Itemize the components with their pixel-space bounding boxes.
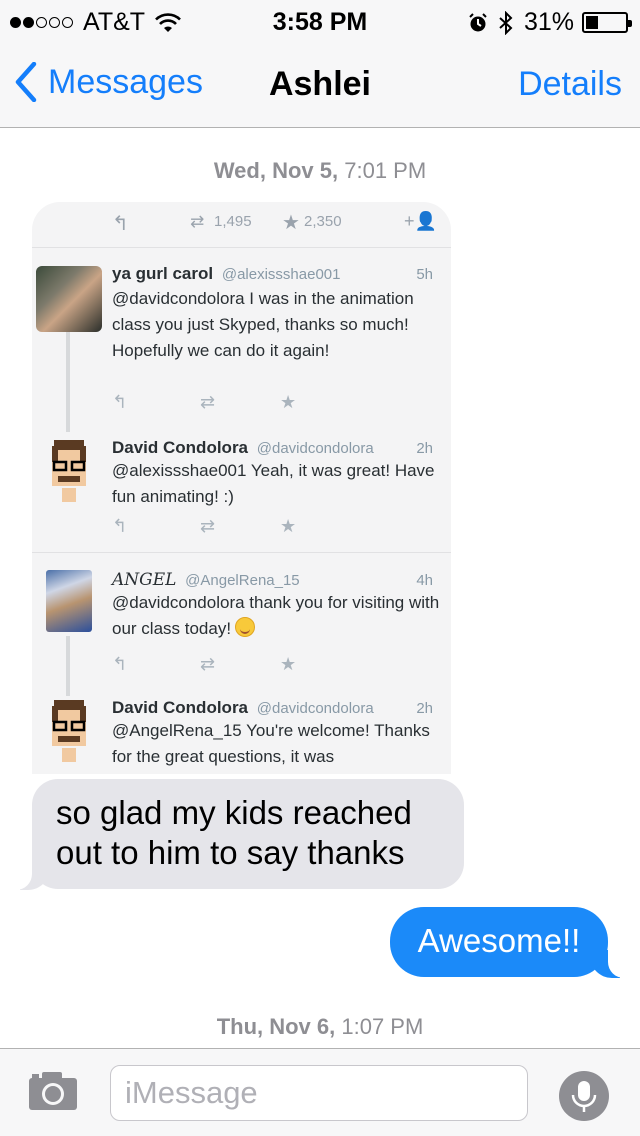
avatar <box>52 700 86 762</box>
navigation-bar: Messages Ashlei Details <box>0 40 640 128</box>
reply-icon: ↰ <box>112 516 128 536</box>
star-icon: ★ <box>280 392 297 412</box>
incoming-message-bubble[interactable]: so glad my kids reached out to him to sa… <box>32 779 464 889</box>
star-icon: ★ <box>282 212 300 234</box>
message-input-bar <box>0 1048 640 1136</box>
tweet-time: 2h <box>416 440 433 457</box>
battery-nub <box>628 20 632 27</box>
reply-icon: ↰ <box>112 213 129 235</box>
timestamp-time: 1:07 PM <box>341 1014 424 1039</box>
favorite-count: 2,350 <box>304 213 342 230</box>
thread-line <box>66 636 70 696</box>
battery-percent: 31% <box>523 8 574 36</box>
battery-icon <box>582 12 632 33</box>
tweet-header: ANGEL @AngelRena_15 <box>112 570 300 590</box>
timestamp-time: 7:01 PM <box>344 158 427 183</box>
alarm-icon <box>469 12 487 31</box>
tweet-time: 2h <box>416 700 433 717</box>
retweet-icon: ⇄ <box>200 654 216 674</box>
bluetooth-icon <box>499 10 513 35</box>
avatar <box>36 266 102 332</box>
timestamp-day: Wed, Nov 5, <box>213 158 339 183</box>
tweet-header: David Condolora @davidcondolora <box>112 438 374 458</box>
tweet-header: David Condolora @davidcondolora <box>112 698 374 718</box>
timestamp-day: Thu, Nov 6, <box>216 1014 336 1039</box>
tweet-divider <box>32 552 451 553</box>
message-timestamp: Wed, Nov 5, 7:01 PM <box>0 158 640 184</box>
tweet-text: @AngelRena_15 You're welcome! Thanks for… <box>112 721 430 766</box>
retweet-count: 1,495 <box>214 213 252 230</box>
tweet-actions: ↰ ⇄ ★ <box>112 516 312 540</box>
tweet-actions: ↰ ⇄ ★ <box>112 392 312 416</box>
message-timestamp: Thu, Nov 6, 1:07 PM <box>0 1014 640 1040</box>
follow-icon: +👤 <box>404 211 437 231</box>
tweet-top-actions: ↰ ⇄ 1,495 ★ 2,350 +👤 <box>32 202 451 248</box>
status-right: 31% <box>468 8 632 37</box>
reply-icon: ↰ <box>112 654 128 674</box>
retweet-icon: ⇄ <box>200 516 216 536</box>
tweet-author-name: ANGEL <box>112 570 177 590</box>
tweet-text-container: @davidcondolora thank you for visiting w… <box>112 590 442 642</box>
tweet-screenshot-attachment[interactable]: ↰ ⇄ 1,495 ★ 2,350 +👤 ya gurl carol @alex… <box>32 202 451 774</box>
star-icon: ★ <box>280 516 297 536</box>
outgoing-message-bubble[interactable]: Awesome!! <box>390 907 608 977</box>
imessage-input[interactable] <box>110 1065 528 1121</box>
tweet-text: @alexissshae001 Yeah, it was great! Have… <box>112 461 435 506</box>
tweet-author-name: David Condolora <box>112 438 249 457</box>
tweet-author-name: ya gurl carol <box>112 264 214 283</box>
tweet-author-handle: @AngelRena_15 <box>185 572 300 589</box>
status-bar: AT&T 3:58 PM 31% <box>0 0 640 40</box>
tweet-author-handle: @davidcondolora <box>256 440 374 457</box>
microphone-button[interactable] <box>559 1071 609 1121</box>
tweet-author-name: David Condolora <box>112 698 249 717</box>
avatar <box>52 440 86 502</box>
smiley-emoji-icon <box>235 617 256 637</box>
reply-icon: ↰ <box>112 392 128 412</box>
tweet-time: 5h <box>416 266 433 283</box>
star-icon: ★ <box>280 654 297 674</box>
tweet-time: 4h <box>416 572 433 589</box>
microphone-icon <box>571 1081 597 1112</box>
details-button[interactable]: Details <box>518 65 622 104</box>
tweet-author-handle: @davidcondolora <box>256 700 374 717</box>
camera-icon[interactable] <box>28 1071 78 1111</box>
thread-line <box>66 330 70 432</box>
tweet-text: @davidcondolora thank you for visiting w… <box>112 593 440 638</box>
avatar <box>46 570 92 632</box>
tweet-header: ya gurl carol @alexissshae001 <box>112 264 340 284</box>
battery-level <box>586 16 598 29</box>
retweet-icon: ⇄ <box>190 212 205 231</box>
tweet-actions: ↰ ⇄ ★ <box>112 654 312 678</box>
tweet-text: @davidcondolora I was in the animation c… <box>112 289 414 360</box>
tweet-author-handle: @alexissshae001 <box>221 266 341 283</box>
retweet-icon: ⇄ <box>200 392 216 412</box>
